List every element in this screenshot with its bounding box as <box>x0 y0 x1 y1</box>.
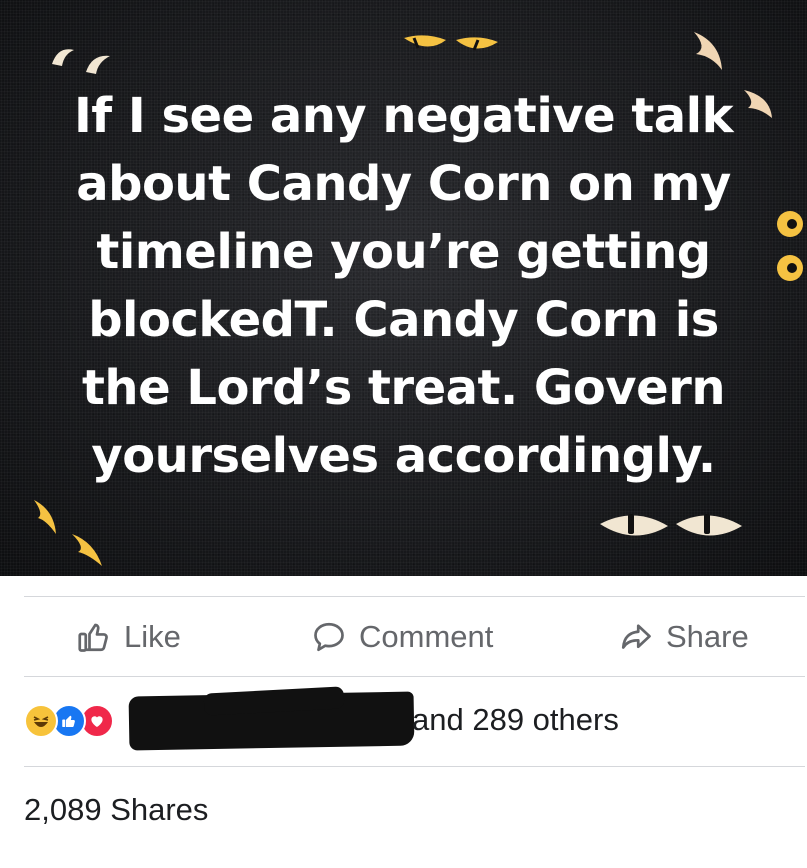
like-label: Like <box>124 619 181 654</box>
divider-middle <box>24 676 805 677</box>
comment-label: Comment <box>359 619 494 654</box>
divider-bottom <box>24 766 805 767</box>
post-text-line: the Lord’s treat. Govern <box>81 360 726 416</box>
like-button[interactable]: Like <box>76 598 181 676</box>
shares-count[interactable]: 2,089 Shares <box>24 786 208 834</box>
post-text-line: timeline you’re getting <box>96 224 711 280</box>
post-text-line: blockedT. Candy Corn is <box>88 292 719 348</box>
post-text-line: If I see any negative talk <box>73 88 734 144</box>
share-button[interactable]: Share <box>618 598 749 676</box>
share-arrow-icon <box>618 619 654 655</box>
haha-reaction-icon <box>24 704 58 738</box>
divider-top <box>24 596 805 597</box>
post-background-image: If I see any negative talk about Candy C… <box>0 0 807 576</box>
share-label: Share <box>666 619 749 654</box>
post-text: If I see any negative talk about Candy C… <box>40 82 767 490</box>
thumbs-up-icon <box>76 619 112 655</box>
reactions-summary[interactable]: and 289 others <box>24 686 805 751</box>
post-text-line: yourselves accordingly. <box>91 428 716 484</box>
comment-button[interactable]: Comment <box>311 598 493 676</box>
post-text-line: about Candy Corn on my <box>76 156 731 212</box>
reactions-summary-text: and 289 others <box>412 702 619 737</box>
post-action-bar: Like Comment Share <box>24 598 805 676</box>
reaction-icons-group <box>24 704 124 738</box>
comment-bubble-icon <box>311 619 347 655</box>
